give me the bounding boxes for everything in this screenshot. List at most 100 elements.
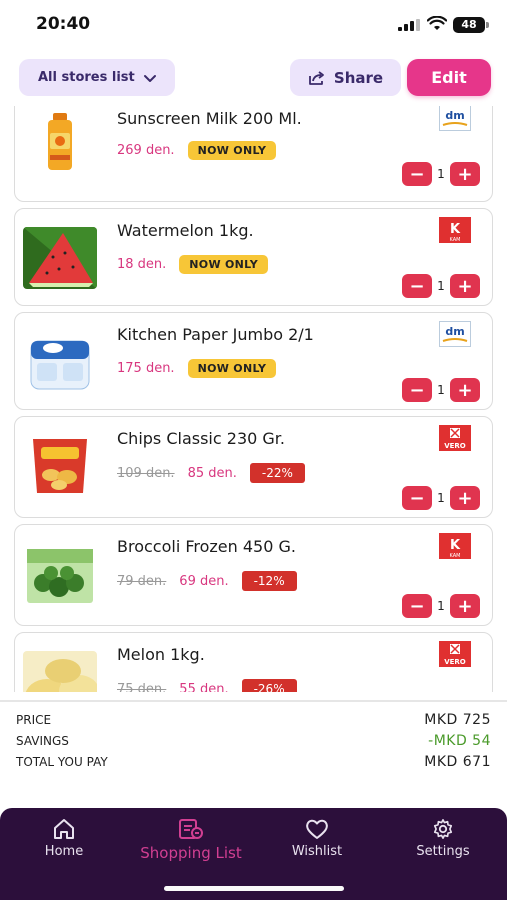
now-only-badge: NOW ONLY (179, 255, 269, 274)
increase-button[interactable]: + (450, 378, 480, 402)
product-name: Broccoli Frozen 450 G. (117, 537, 296, 556)
decrease-button[interactable]: − (402, 162, 432, 186)
product-name: Chips Classic 230 Gr. (117, 429, 285, 448)
savings-label: SAVINGS (16, 733, 69, 748)
decrease-button[interactable]: − (402, 486, 432, 510)
quantity-value: 1 (437, 491, 445, 505)
increase-button[interactable]: + (450, 594, 480, 618)
product-name: Melon 1kg. (117, 645, 205, 664)
product-name: Watermelon 1kg. (117, 221, 254, 240)
product-price: 69 den. (179, 573, 229, 589)
status-time: 20:40 (36, 14, 91, 34)
nav-wishlist-label: Wishlist (291, 844, 343, 859)
price-row: 175 den. NOW ONLY (117, 359, 277, 378)
all-stores-label: All stores list (38, 70, 135, 85)
increase-button[interactable]: + (450, 162, 480, 186)
increase-button[interactable]: + (450, 274, 480, 298)
status-bar: 20:40 48 (0, 0, 507, 50)
heart-icon (306, 819, 328, 839)
product-image-sunscreen (23, 111, 97, 173)
quantity-stepper[interactable]: − 1 + (402, 594, 480, 618)
nav-settings-label: Settings (416, 844, 470, 859)
nav-home-label: Home (44, 844, 84, 859)
discount-badge: -12% (241, 571, 297, 591)
wifi-icon (427, 16, 447, 30)
svg-text:K: K (450, 222, 461, 237)
product-price: 85 den. (187, 465, 237, 481)
now-only-badge: NOW ONLY (187, 359, 277, 378)
product-image-melon (23, 651, 97, 692)
quantity-stepper[interactable]: − 1 + (402, 378, 480, 402)
savings-value: -MKD 54 (428, 732, 491, 749)
store-logo-dm: dm (439, 106, 471, 131)
svg-text:KAM: KAM (450, 553, 461, 559)
nav-shopping-list-label: Shopping List (140, 844, 242, 862)
product-price: 175 den. (117, 361, 175, 376)
decrease-button[interactable]: − (402, 274, 432, 298)
share-button[interactable]: Share (290, 59, 401, 96)
battery-cap (486, 22, 489, 28)
store-logo-vero: VERO (439, 425, 471, 451)
total-label: TOTAL YOU PAY (16, 754, 108, 769)
product-name: Kitchen Paper Jumbo 2/1 (117, 325, 314, 344)
decrease-button[interactable]: − (402, 378, 432, 402)
decrease-button[interactable]: − (402, 594, 432, 618)
quantity-stepper[interactable]: − 1 + (402, 274, 480, 298)
store-logo-text: dm (445, 109, 464, 122)
list-toolbar: All stores list Share Edit (0, 50, 507, 106)
now-only-badge: NOW ONLY (187, 141, 277, 160)
nav-shopping-list[interactable]: Shopping List (135, 818, 247, 862)
product-name: Sunscreen Milk 200 Ml. (117, 109, 302, 128)
home-indicator[interactable] (164, 886, 344, 891)
shopping-list-icon (179, 819, 203, 839)
old-price: 75 den. (117, 681, 167, 693)
share-label: Share (333, 68, 384, 87)
all-stores-dropdown[interactable]: All stores list (19, 59, 175, 96)
store-logo-kam: K KAM (439, 533, 471, 559)
product-image-chips (23, 435, 97, 497)
quantity-stepper[interactable]: − 1 + (402, 486, 480, 510)
discount-badge: -22% (249, 463, 305, 483)
svg-text:KAM: KAM (450, 237, 461, 243)
nav-settings[interactable]: Settings (388, 818, 498, 859)
list-item[interactable]: Melon 1kg. 75 den. 55 den. -26% VERO (14, 632, 493, 692)
share-icon (309, 70, 324, 85)
shopping-list[interactable]: Sunscreen Milk 200 Ml. 269 den. NOW ONLY… (0, 106, 507, 692)
product-image-watermelon (23, 227, 97, 289)
store-logo-kam: K KAM (439, 217, 471, 243)
quantity-stepper[interactable]: − 1 + (402, 162, 480, 186)
list-item[interactable]: Watermelon 1kg. 18 den. NOW ONLY K KAM −… (14, 208, 493, 306)
list-item[interactable]: Sunscreen Milk 200 Ml. 269 den. NOW ONLY… (14, 106, 493, 202)
store-logo-text: dm (445, 325, 464, 338)
quantity-value: 1 (437, 279, 445, 293)
quantity-value: 1 (437, 599, 445, 613)
product-image-broccoli (23, 543, 97, 605)
old-price: 109 den. (117, 465, 175, 481)
store-logo-vero: VERO (439, 641, 471, 667)
store-logo-dm: dm (439, 321, 471, 347)
price-total-row: PRICE MKD 725 (16, 709, 491, 730)
list-item[interactable]: Chips Classic 230 Gr. 109 den. 85 den. -… (14, 416, 493, 518)
quantity-value: 1 (437, 383, 445, 397)
product-image-kitchen-paper (23, 331, 97, 393)
price-label: PRICE (16, 712, 52, 727)
battery-icon: 48 (453, 17, 485, 33)
svg-text:K: K (450, 538, 461, 553)
chevron-down-icon (143, 74, 156, 82)
cellular-signal-icon (398, 19, 420, 31)
old-price: 79 den. (117, 573, 167, 589)
savings-row: SAVINGS -MKD 54 (16, 730, 491, 751)
product-price: 18 den. (117, 257, 167, 272)
list-item[interactable]: Broccoli Frozen 450 G. 79 den. 69 den. -… (14, 524, 493, 626)
edit-button[interactable]: Edit (407, 59, 491, 96)
increase-button[interactable]: + (450, 486, 480, 510)
totals-summary: PRICE MKD 725 SAVINGS -MKD 54 TOTAL YOU … (16, 709, 491, 772)
nav-home[interactable]: Home (9, 818, 119, 859)
list-item[interactable]: Kitchen Paper Jumbo 2/1 175 den. NOW ONL… (14, 312, 493, 410)
nav-wishlist[interactable]: Wishlist (262, 818, 372, 859)
store-logo-text: VERO (444, 442, 466, 450)
quantity-value: 1 (437, 167, 445, 181)
price-row: 75 den. 55 den. -26% (117, 679, 297, 692)
price-row: 269 den. NOW ONLY (117, 141, 277, 160)
home-icon (54, 819, 74, 839)
